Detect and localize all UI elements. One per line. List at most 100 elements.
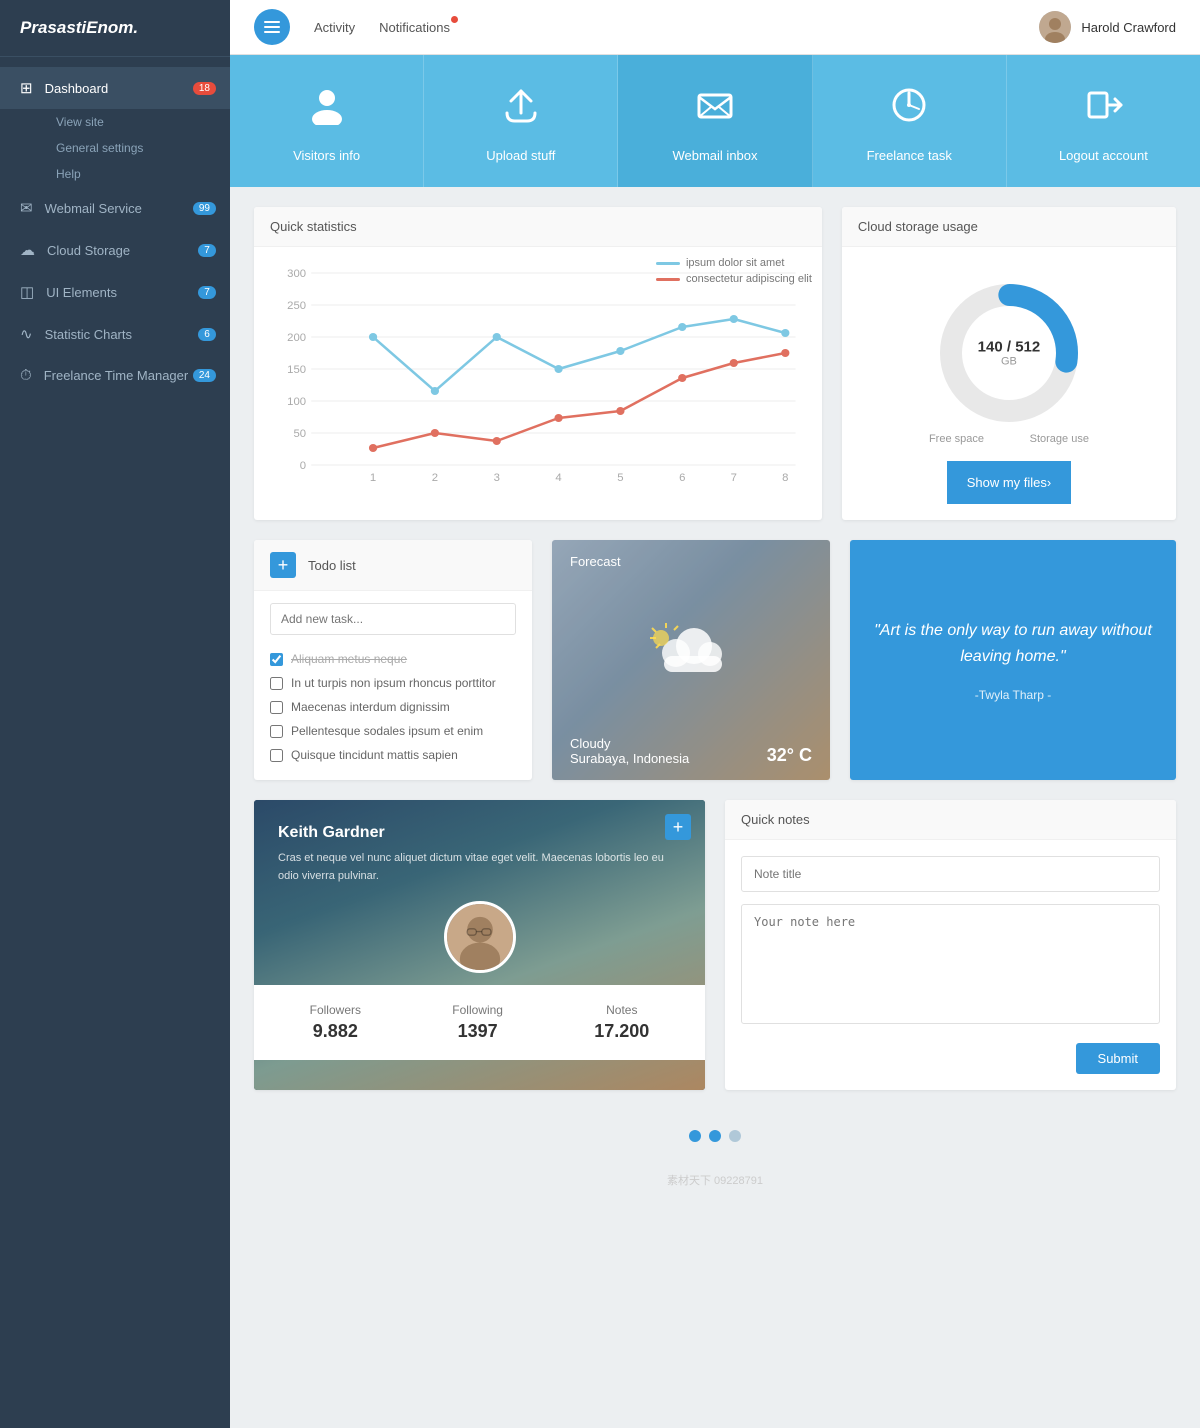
storage-title: Cloud storage usage <box>842 207 1176 247</box>
sidebar-item-freelance[interactable]: ⏱ Freelance Time Manager 24 <box>0 355 230 396</box>
sidebar: PrasastiEnom. ⊞ Dashboard 18 View site G… <box>0 0 230 1428</box>
svg-text:250: 250 <box>287 300 306 312</box>
profile-card: + Keith Gardner Cras et neque vel nunc a… <box>254 800 705 1090</box>
show-files-button[interactable]: Show my files › <box>947 461 1072 504</box>
todo-checkbox-2[interactable] <box>270 677 283 690</box>
qa-logout[interactable]: Logout account <box>1007 55 1200 187</box>
qa-visitors-label: Visitors info <box>293 148 360 163</box>
todo-checkbox-1[interactable] <box>270 653 283 666</box>
chart-area: ipsum dolor sit amet consectetur adipisc… <box>254 247 822 497</box>
sidebar-item-label: Webmail Service <box>45 201 142 216</box>
storage-use-label: Storage use <box>1030 433 1089 445</box>
weather-title: Forecast <box>570 554 812 569</box>
note-body-textarea[interactable] <box>741 904 1160 1024</box>
svg-text:150: 150 <box>287 364 306 376</box>
sidebar-item-webmail[interactable]: ✉ Webmail Service 99 <box>0 187 230 229</box>
main-content: Activity Notifications Harold Crawford <box>230 0 1200 1428</box>
legend-dot-red <box>656 278 680 281</box>
followers-value: 9.882 <box>310 1021 361 1042</box>
legend-label-red: consectetur adipiscing elit <box>686 273 812 285</box>
page-dot-2[interactable] <box>709 1130 721 1142</box>
todo-checkbox-5[interactable] <box>270 749 283 762</box>
app-logo: PrasastiEnom. <box>0 0 230 57</box>
svg-text:50: 50 <box>293 428 306 440</box>
page-dot-1[interactable] <box>689 1130 701 1142</box>
webmail-badge: 99 <box>193 202 216 215</box>
show-files-label: Show my files <box>967 475 1047 490</box>
arrow-right-icon: › <box>1047 475 1051 490</box>
todo-checkbox-3[interactable] <box>270 701 283 714</box>
following-label: Following <box>452 1003 503 1017</box>
todo-new-input[interactable] <box>270 603 516 635</box>
activity-link[interactable]: Activity <box>314 20 355 35</box>
storage-donut-label: 140 / 512 GB <box>978 339 1041 368</box>
sidebar-item-ui[interactable]: ◫ UI Elements 7 <box>0 271 230 313</box>
qa-upload-label: Upload stuff <box>486 148 555 163</box>
quote-text: "Art is the only way to run away without… <box>874 618 1152 669</box>
freelance-task-icon <box>889 85 929 134</box>
user-avatar <box>1039 11 1071 43</box>
notes-submit-button[interactable]: Submit <box>1076 1043 1160 1074</box>
svg-text:0: 0 <box>300 460 306 472</box>
content-area: Quick statistics ipsum dolor sit amet co… <box>230 187 1200 1216</box>
user-name: Harold Crawford <box>1081 20 1176 35</box>
todo-add-button[interactable]: + <box>270 552 296 578</box>
followers-label: Followers <box>310 1003 361 1017</box>
sidebar-item-dashboard[interactable]: ⊞ Dashboard 18 <box>0 67 230 109</box>
qa-webmail[interactable]: Webmail inbox <box>618 55 812 187</box>
sidebar-item-label: Statistic Charts <box>45 327 132 342</box>
weather-overlay: Forecast <box>552 540 830 780</box>
profile-avatar <box>444 901 516 973</box>
todo-checkbox-4[interactable] <box>270 725 283 738</box>
profile-avatar-wrap <box>254 901 705 973</box>
notifications-link[interactable]: Notifications <box>379 20 450 35</box>
page-dot-3[interactable] <box>729 1130 741 1142</box>
qa-logout-label: Logout account <box>1059 148 1148 163</box>
profile-name: Keith Gardner <box>278 824 681 842</box>
qa-freelance-label: Freelance task <box>867 148 952 163</box>
storage-labels: Free space Storage use <box>929 433 1089 445</box>
note-title-input[interactable] <box>741 856 1160 892</box>
profile-stats: Followers 9.882 Following 1397 Notes 17.… <box>254 985 705 1060</box>
sidebar-item-cloud[interactable]: ☁ Cloud Storage 7 <box>0 229 230 271</box>
profile-content: + Keith Gardner Cras et neque vel nunc a… <box>254 800 705 901</box>
user-menu[interactable]: Harold Crawford <box>1039 11 1176 43</box>
topbar-nav: Activity Notifications <box>314 20 450 35</box>
quick-actions-bar: Visitors info Upload stuff <box>230 55 1200 187</box>
following-value: 1397 <box>452 1021 503 1042</box>
legend-blue: ipsum dolor sit amet <box>656 257 812 269</box>
dashboard-icon: ⊞ <box>20 79 33 97</box>
logout-icon <box>1083 85 1123 134</box>
topbar: Activity Notifications Harold Crawford <box>230 0 1200 55</box>
sidebar-item-charts[interactable]: ∿ Statistic Charts 6 <box>0 313 230 355</box>
qa-freelance[interactable]: Freelance task <box>813 55 1007 187</box>
sidebar-item-label: Dashboard <box>45 81 109 96</box>
storage-body: 140 / 512 GB Free space Storage use Show… <box>842 247 1176 520</box>
sidebar-subitem-viewsite[interactable]: View site <box>46 109 230 135</box>
todo-title: Todo list <box>308 558 356 573</box>
svg-text:1: 1 <box>370 472 376 483</box>
svg-text:100: 100 <box>287 396 306 408</box>
svg-text:8: 8 <box>782 472 788 483</box>
qa-upload[interactable]: Upload stuff <box>424 55 618 187</box>
row-profile-notes: + Keith Gardner Cras et neque vel nunc a… <box>254 800 1176 1090</box>
sidebar-submenu-dashboard: View site General settings Help <box>0 109 230 187</box>
profile-add-button[interactable]: + <box>665 814 691 840</box>
menu-toggle-button[interactable] <box>254 9 290 45</box>
weather-bottom: Cloudy Surabaya, Indonesia 32° C <box>570 736 812 766</box>
storage-card: Cloud storage usage <box>842 207 1176 520</box>
watermark: 素材天下 09228791 <box>254 1172 1176 1196</box>
todo-text-5: Quisque tincidunt mattis sapien <box>291 748 458 762</box>
ui-icon: ◫ <box>20 283 34 301</box>
legend-label-blue: ipsum dolor sit amet <box>686 257 784 269</box>
chart-legend: ipsum dolor sit amet consectetur adipisc… <box>656 257 812 285</box>
sidebar-subitem-help[interactable]: Help <box>46 161 230 187</box>
dashboard-body: Visitors info Upload stuff <box>230 55 1200 1428</box>
todo-body: Aliquam metus neque In ut turpis non ips… <box>254 591 532 779</box>
quote-card: "Art is the only way to run away without… <box>850 540 1176 780</box>
profile-stat-followers: Followers 9.882 <box>310 1003 361 1042</box>
notes-label: Notes <box>594 1003 649 1017</box>
todo-item-4: Pellentesque sodales ipsum et enim <box>270 719 516 743</box>
sidebar-subitem-generalsettings[interactable]: General settings <box>46 135 230 161</box>
qa-visitors[interactable]: Visitors info <box>230 55 424 187</box>
